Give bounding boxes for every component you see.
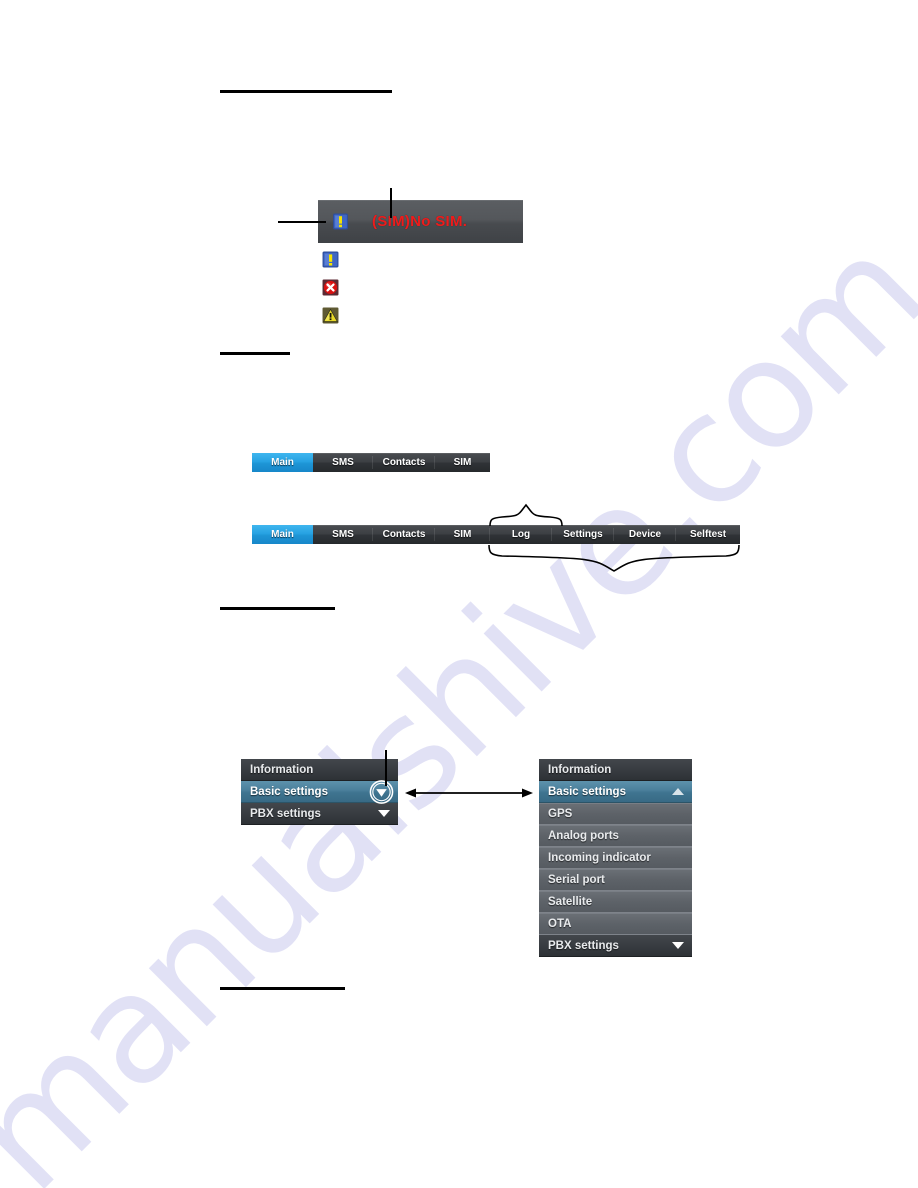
icon-legend-item-warning <box>322 307 339 325</box>
tab-label: Log <box>511 529 531 540</box>
menu-item-pbx-settings[interactable]: PBX settings <box>539 935 692 957</box>
chevron-up-icon[interactable] <box>672 788 684 795</box>
tab-log[interactable]: Log <box>490 525 552 544</box>
section-rule-3 <box>220 607 335 610</box>
error-cross-icon <box>322 279 339 296</box>
menu-item-information[interactable]: Information <box>539 759 692 781</box>
tab-sms[interactable]: SMS <box>313 525 373 544</box>
menu-item-basic-settings[interactable]: Basic settings <box>241 779 398 804</box>
tab-label: SIM <box>453 529 472 540</box>
info-exclamation-icon <box>332 213 349 231</box>
tab-settings[interactable]: Settings <box>552 525 614 544</box>
menu-item-ota[interactable]: OTA <box>539 913 692 935</box>
tabbar-basic: Main SMS Contacts SIM <box>252 453 490 472</box>
tab-label: Main <box>271 529 294 540</box>
brace-under-extended-tabs <box>488 544 740 572</box>
menu-item-gps[interactable]: GPS <box>539 803 692 825</box>
tab-label: Main <box>271 457 294 468</box>
tab-label: Contacts <box>382 457 426 468</box>
tab-label: SMS <box>332 457 354 468</box>
tab-main[interactable]: Main <box>252 525 313 544</box>
tab-sim[interactable]: SIM <box>435 453 490 472</box>
document-page: manualshive.com (SIM)No SIM. Main SMS Co… <box>0 0 918 1188</box>
icon-legend-item-info <box>322 251 339 269</box>
warning-triangle-icon <box>322 307 339 324</box>
chevron-down-icon[interactable] <box>378 810 390 817</box>
menu-item-information[interactable]: Information <box>241 759 398 781</box>
menu-item-satellite[interactable]: Satellite <box>539 891 692 913</box>
section-rule-2 <box>220 352 290 355</box>
tab-label: Selftest <box>689 529 727 540</box>
menu-item-label: Analog ports <box>548 830 619 842</box>
status-message: (SIM)No SIM. <box>372 213 468 230</box>
leader-line-status-text <box>390 188 392 218</box>
menu-item-label: Information <box>548 763 612 776</box>
menu-item-label: Basic settings <box>548 785 626 798</box>
leader-line-status-icon <box>278 221 326 223</box>
menu-item-label: GPS <box>548 808 573 820</box>
menu-expanded: Information Basic settings GPS Analog po… <box>539 759 692 957</box>
menu-collapsed: Information Basic settings PBX settings <box>241 759 398 825</box>
tab-label: Device <box>628 529 662 540</box>
chevron-down-icon[interactable] <box>369 779 394 804</box>
section-rule-4 <box>220 987 345 990</box>
section-rule-1 <box>220 90 392 93</box>
menu-item-serial-port[interactable]: Serial port <box>539 869 692 891</box>
brace-over-log-tab <box>489 503 563 527</box>
tab-sms[interactable]: SMS <box>313 453 373 472</box>
tab-label: Contacts <box>382 529 426 540</box>
tab-label: Settings <box>563 529 603 540</box>
menu-item-incoming-indicator[interactable]: Incoming indicator <box>539 847 692 869</box>
watermark-text: manualshive.com <box>0 205 918 1188</box>
menu-item-basic-settings[interactable]: Basic settings <box>539 781 692 803</box>
tab-contacts[interactable]: Contacts <box>373 525 435 544</box>
info-exclamation-icon <box>322 251 339 268</box>
tab-main[interactable]: Main <box>252 453 313 472</box>
menu-item-label: Information <box>250 763 314 776</box>
tab-label: SMS <box>332 529 354 540</box>
leader-line-expand-caret <box>385 750 387 786</box>
menu-item-label: OTA <box>548 918 572 930</box>
tab-device[interactable]: Device <box>614 525 676 544</box>
menu-item-label: Incoming indicator <box>548 852 651 864</box>
tab-selftest[interactable]: Selftest <box>676 525 740 544</box>
menu-item-label: PBX settings <box>548 939 619 952</box>
icon-legend-item-error <box>322 279 339 297</box>
menu-item-label: Serial port <box>548 874 605 886</box>
tabbar-extended: Main SMS Contacts SIM Log Settings Devic… <box>252 525 740 544</box>
tab-label: SIM <box>453 457 472 468</box>
double-headed-arrow <box>405 788 533 798</box>
watermark: manualshive.com <box>0 0 918 1188</box>
status-bar: (SIM)No SIM. <box>318 200 523 243</box>
tab-contacts[interactable]: Contacts <box>373 453 435 472</box>
tab-sim[interactable]: SIM <box>435 525 490 544</box>
menu-item-label: PBX settings <box>250 807 321 820</box>
menu-item-analog-ports[interactable]: Analog ports <box>539 825 692 847</box>
menu-item-label: Satellite <box>548 896 593 908</box>
chevron-down-icon[interactable] <box>672 942 684 949</box>
menu-item-pbx-settings[interactable]: PBX settings <box>241 803 398 825</box>
